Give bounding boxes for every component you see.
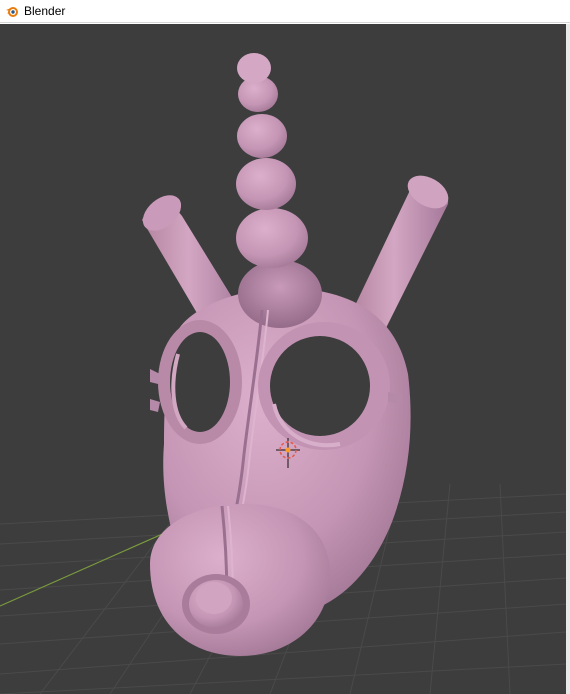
blender-logo-icon — [5, 4, 19, 18]
mask-model[interactable] — [136, 53, 454, 656]
window-title: Blender — [24, 4, 66, 18]
3d-viewport[interactable] — [0, 24, 566, 694]
window-titlebar: Blender — [0, 0, 570, 23]
window-border — [566, 24, 570, 694]
